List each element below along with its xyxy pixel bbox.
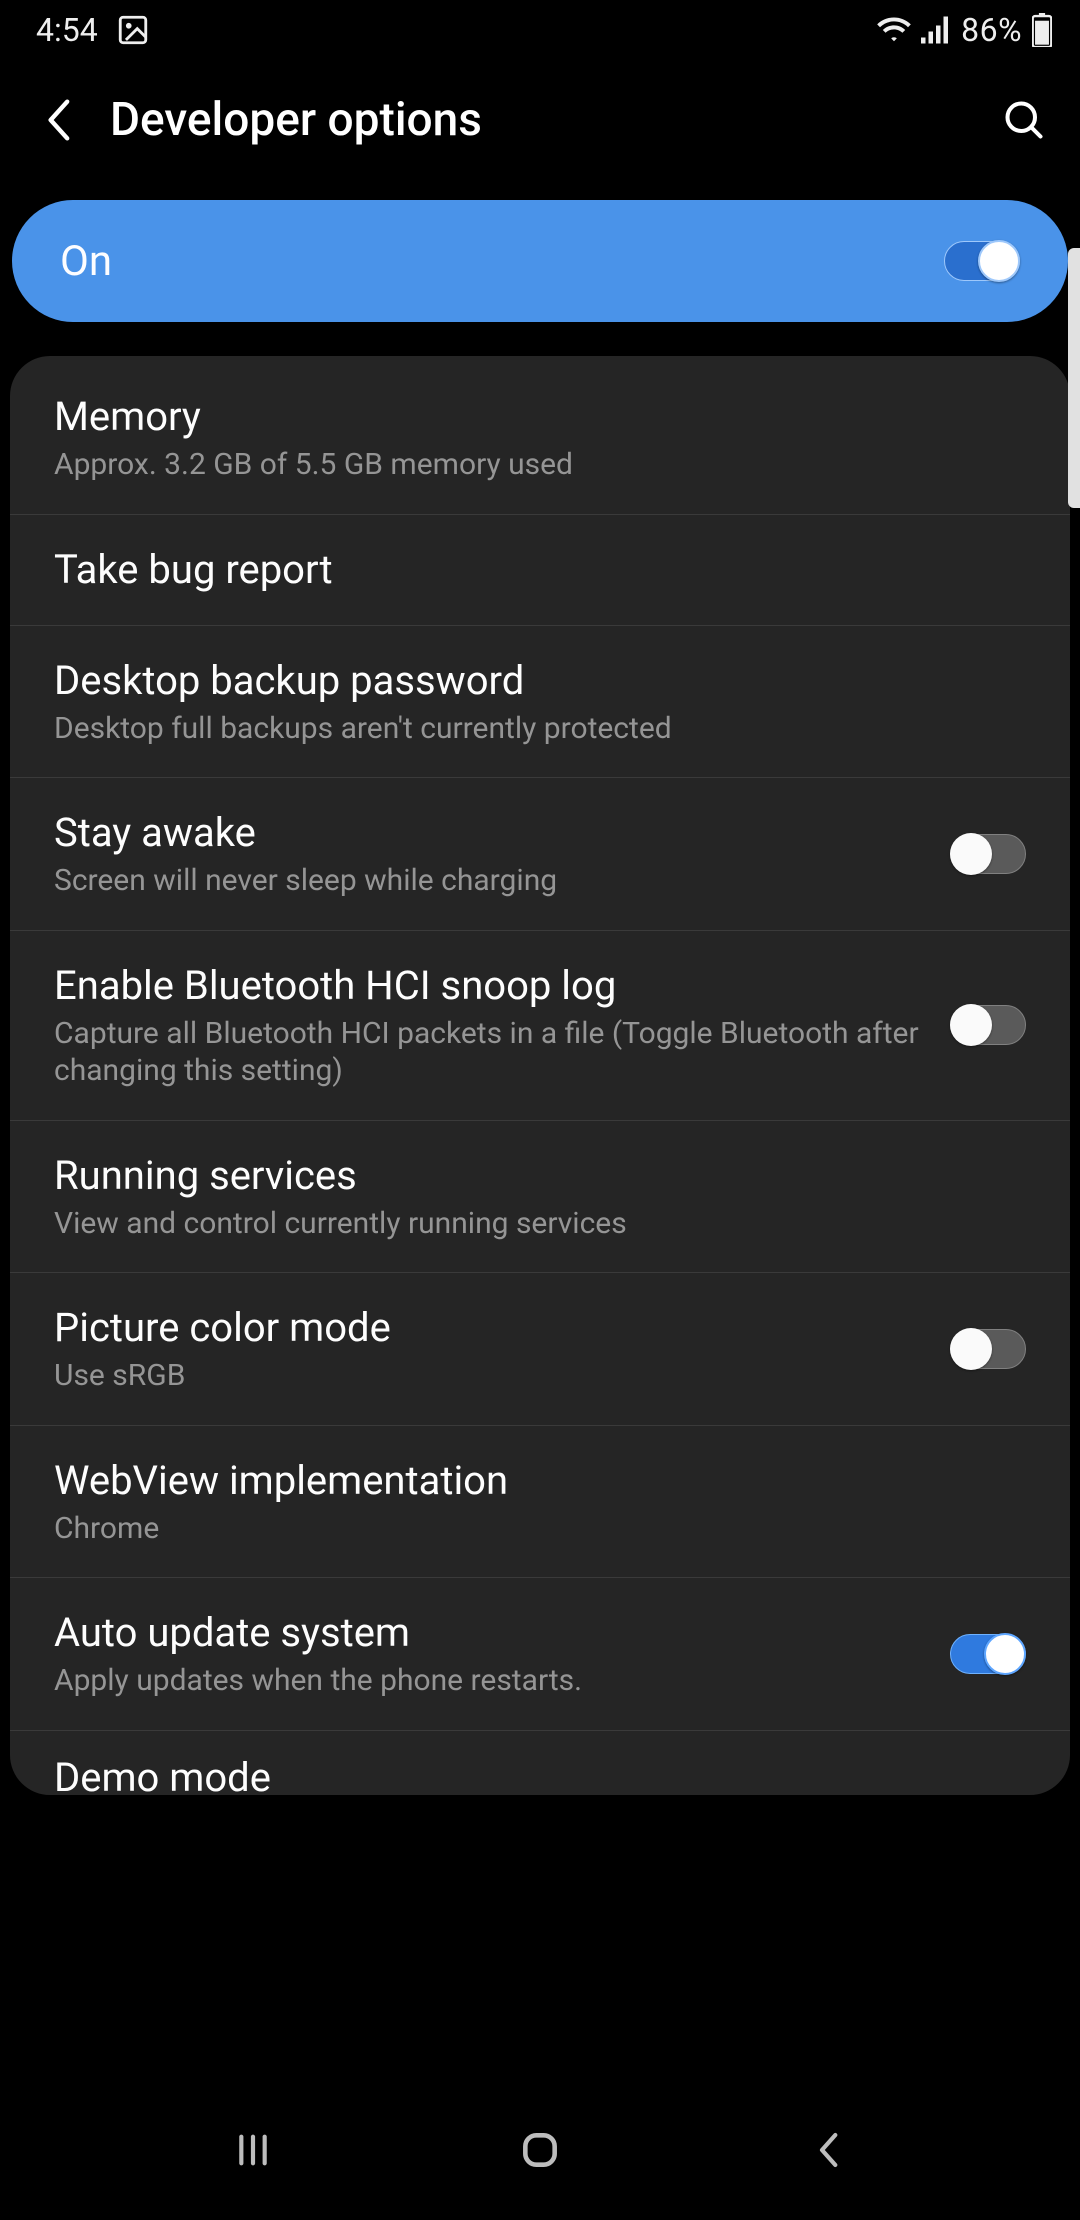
- signal-icon: [921, 16, 951, 44]
- row-subtitle: Desktop full backups aren't currently pr…: [54, 710, 1006, 748]
- search-button[interactable]: [990, 98, 1046, 142]
- back-button[interactable]: [34, 98, 82, 142]
- row-subtitle: Apply updates when the phone restarts.: [54, 1662, 930, 1700]
- battery-icon: [1032, 13, 1052, 47]
- page-title: Developer options: [110, 93, 990, 147]
- row-picture-color[interactable]: Picture color mode Use sRGB: [10, 1273, 1070, 1426]
- bt-hci-toggle[interactable]: [950, 1005, 1026, 1045]
- row-title: Demo mode: [54, 1753, 1006, 1795]
- wifi-icon: [877, 16, 911, 44]
- row-auto-update[interactable]: Auto update system Apply updates when th…: [10, 1578, 1070, 1731]
- nav-bar: [0, 2080, 1080, 2220]
- picture-color-toggle[interactable]: [950, 1329, 1026, 1369]
- row-title: Stay awake: [54, 808, 930, 858]
- row-demo-mode[interactable]: Demo mode: [10, 1731, 1070, 1795]
- nav-back-button[interactable]: [791, 2114, 863, 2186]
- scrollbar[interactable]: [1068, 248, 1080, 508]
- row-subtitle: Use sRGB: [54, 1357, 930, 1395]
- nav-home-button[interactable]: [504, 2114, 576, 2186]
- row-title: Picture color mode: [54, 1303, 930, 1353]
- row-memory[interactable]: Memory Approx. 3.2 GB of 5.5 GB memory u…: [10, 362, 1070, 515]
- master-toggle-switch[interactable]: [944, 241, 1020, 281]
- row-desktop-backup[interactable]: Desktop backup password Desktop full bac…: [10, 626, 1070, 779]
- battery-percentage: 86%: [961, 11, 1022, 49]
- row-running-services[interactable]: Running services View and control curren…: [10, 1121, 1070, 1274]
- master-toggle-row[interactable]: On: [12, 200, 1068, 322]
- row-title: Auto update system: [54, 1608, 930, 1658]
- row-subtitle: Screen will never sleep while charging: [54, 862, 930, 900]
- app-bar: Developer options: [0, 60, 1080, 180]
- row-title: Memory: [54, 392, 1006, 442]
- row-title: Take bug report: [54, 545, 1006, 595]
- row-title: Enable Bluetooth HCI snoop log: [54, 961, 930, 1011]
- status-time: 4:54: [36, 11, 98, 49]
- row-subtitle: Approx. 3.2 GB of 5.5 GB memory used: [54, 446, 1006, 484]
- status-bar: 4:54 86%: [0, 0, 1080, 60]
- row-bt-hci[interactable]: Enable Bluetooth HCI snoop log Capture a…: [10, 931, 1070, 1121]
- row-subtitle: Capture all Bluetooth HCI packets in a f…: [54, 1015, 930, 1090]
- row-title: Desktop backup password: [54, 656, 1006, 706]
- settings-card: Memory Approx. 3.2 GB of 5.5 GB memory u…: [10, 356, 1070, 1795]
- picture-icon: [116, 13, 150, 47]
- nav-recents-button[interactable]: [217, 2114, 289, 2186]
- row-subtitle: View and control currently running servi…: [54, 1205, 1006, 1243]
- row-stay-awake[interactable]: Stay awake Screen will never sleep while…: [10, 778, 1070, 931]
- row-title: Running services: [54, 1151, 1006, 1201]
- master-toggle-label: On: [60, 237, 944, 286]
- content: On Memory Approx. 3.2 GB of 5.5 GB memor…: [0, 200, 1080, 1795]
- auto-update-toggle[interactable]: [950, 1634, 1026, 1674]
- row-bug-report[interactable]: Take bug report: [10, 515, 1070, 626]
- bottom-mask: [0, 2060, 1080, 2080]
- row-title: WebView implementation: [54, 1456, 1006, 1506]
- stay-awake-toggle[interactable]: [950, 834, 1026, 874]
- row-webview[interactable]: WebView implementation Chrome: [10, 1426, 1070, 1579]
- row-subtitle: Chrome: [54, 1510, 1006, 1548]
